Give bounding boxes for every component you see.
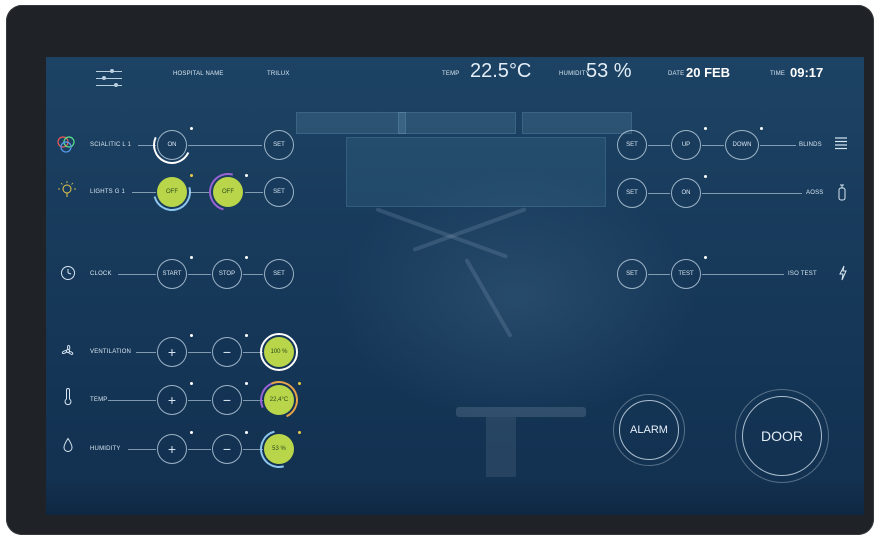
oxygen-bottle-icon (836, 183, 848, 203)
time-value: 09:17 (790, 65, 824, 80)
temp-increase-button[interactable]: + (157, 385, 187, 415)
bulb-icon (56, 179, 78, 201)
ventilation-decrease-button[interactable]: − (212, 337, 242, 367)
humidity-decrease-button[interactable]: − (212, 434, 242, 464)
temp-decrease-button[interactable]: − (212, 385, 242, 415)
alarm-button[interactable]: ALARM (619, 400, 679, 460)
surgical-lamp-arm (375, 207, 509, 259)
ceiling-light-panel (398, 112, 516, 134)
thermometer-icon (60, 387, 76, 407)
operating-table (456, 407, 586, 417)
temp-control-label: TEMP (90, 397, 108, 403)
operating-table-base (486, 417, 516, 477)
blinds-down-button[interactable]: DOWN (725, 130, 759, 160)
ceiling-light-panel (296, 112, 406, 134)
clock-start-button[interactable]: START (157, 259, 187, 289)
ceiling-diffuser (346, 137, 606, 207)
clock-label: CLOCK (90, 271, 112, 277)
aoss-set-button[interactable]: SET (617, 178, 647, 208)
iso-test-label: ISO TEST (788, 271, 817, 277)
droplet-icon (60, 435, 76, 455)
humidity-value: 53 % (586, 60, 632, 82)
blinds-icon (834, 136, 848, 152)
aoss-on-button[interactable]: ON (671, 178, 701, 208)
lights-set-button[interactable]: SET (264, 177, 294, 207)
humidity-increase-button[interactable]: + (157, 434, 187, 464)
rgb-circles-icon (54, 133, 78, 157)
sliders-icon[interactable] (96, 67, 122, 89)
floor-shadow (46, 477, 864, 515)
fan-icon (58, 341, 78, 361)
humidity-control-label: HUMIDITY (90, 446, 121, 452)
clock-icon (58, 263, 78, 283)
scialitic-label: SCIALITIC L 1 (90, 142, 132, 148)
clock-stop-button[interactable]: STOP (212, 259, 242, 289)
tablet-frame: HOSPITAL NAME TRILUX TEMP 22.5°C HUMIDIT… (6, 5, 874, 535)
temp-level-ring (254, 375, 304, 425)
control-screen: HOSPITAL NAME TRILUX TEMP 22.5°C HUMIDIT… (46, 57, 864, 515)
blinds-up-button[interactable]: UP (671, 130, 701, 160)
lightning-icon (836, 263, 850, 283)
date-value: 20 FEB (686, 65, 731, 80)
ventilation-label: VENTILATION (90, 349, 132, 355)
temp-value: 22.5°C (470, 60, 532, 82)
scialitic-set-button[interactable]: SET (264, 130, 294, 160)
ventilation-level-ring (260, 333, 298, 371)
time-label: TIME (770, 71, 786, 77)
surgical-lamp-arm (464, 258, 513, 338)
ventilation-increase-button[interactable]: + (157, 337, 187, 367)
clock-set-button[interactable]: SET (264, 259, 294, 289)
blinds-set-button[interactable]: SET (617, 130, 647, 160)
temp-label: TEMP (442, 71, 460, 77)
ceiling-light-panel (522, 112, 632, 134)
iso-set-button[interactable]: SET (617, 259, 647, 289)
humidity-level-ring (253, 423, 305, 475)
blinds-label: BLINDS (799, 142, 822, 148)
door-button[interactable]: DOOR (742, 396, 822, 476)
lights-label: LIGHTS G 1 (90, 189, 126, 195)
aoss-label: AOSS (806, 190, 824, 196)
iso-test-button[interactable]: TEST (671, 259, 701, 289)
hospital-name: HOSPITAL NAME (173, 71, 224, 77)
brand-name: TRILUX (267, 71, 290, 77)
date-label: DATE (668, 71, 685, 77)
